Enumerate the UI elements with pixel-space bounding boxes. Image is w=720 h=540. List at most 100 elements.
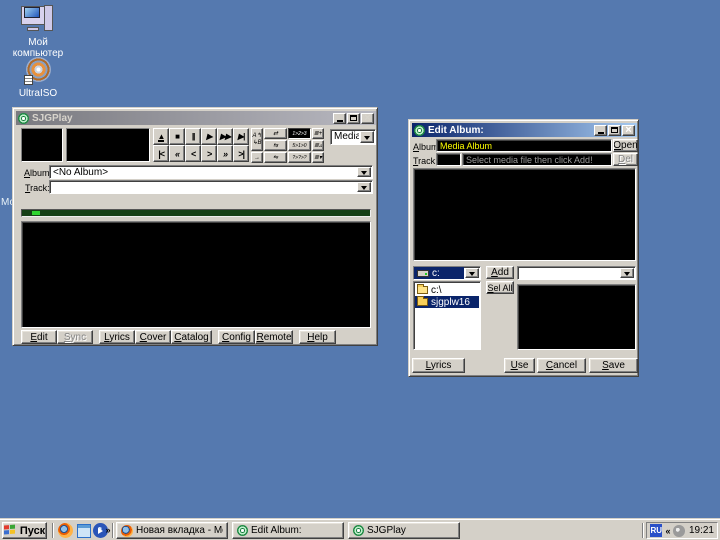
playlist-combo[interactable]	[517, 266, 636, 280]
add-button[interactable]: Add	[486, 266, 514, 279]
close-button[interactable]	[622, 125, 635, 136]
desktop-icon-my-computer[interactable]: Мой компьютер	[2, 4, 74, 59]
edit-button[interactable]: Edit	[21, 330, 57, 344]
play-pause-button[interactable]: ▶|	[233, 128, 249, 145]
remote-button[interactable]: Remote	[255, 330, 293, 344]
catalog-button[interactable]: Catalog	[171, 330, 212, 344]
sync-button: Sync	[57, 330, 93, 344]
fast-forward-button[interactable]: ▶▶	[217, 128, 233, 145]
playlist-combo-value	[518, 267, 619, 279]
folder-item-selected[interactable]: sjgplw16	[415, 296, 479, 308]
progress-thumb[interactable]	[32, 211, 40, 215]
folder-icon	[417, 298, 428, 306]
desktop-icon-ultraiso[interactable]: UltraISO	[2, 57, 74, 99]
arrow-mode-button[interactable]: →	[251, 152, 263, 163]
loop-mode-2-button[interactable]: ⇆	[264, 140, 287, 151]
cd-disc-icon	[24, 57, 52, 85]
save-button[interactable]: Save	[589, 358, 638, 373]
skip-end-button[interactable]: >|	[233, 145, 249, 162]
cancel-button[interactable]: Cancel	[537, 358, 586, 373]
cd-icon	[353, 525, 364, 536]
system-tray: RU « 19:21	[646, 522, 718, 539]
start-button[interactable]: Пуск	[2, 522, 47, 539]
time-display	[66, 128, 150, 162]
window-title: SJGPlay	[32, 113, 330, 124]
desktop-icon-label: Мой компьютер	[2, 37, 74, 59]
loop-mode-3-button[interactable]: ⇋	[264, 152, 287, 163]
cover-button[interactable]: Cover	[135, 330, 171, 344]
album-name-field[interactable]: Media Album	[436, 139, 612, 152]
lyrics-button[interactable]: Lyrics	[412, 358, 465, 373]
chevron-down-icon[interactable]	[360, 131, 374, 143]
maximize-button[interactable]	[347, 113, 360, 124]
edit-album-titlebar[interactable]: Edit Album:	[412, 123, 637, 137]
chevron-down-icon[interactable]	[620, 268, 634, 278]
app-window-quicklaunch-icon[interactable]	[76, 523, 91, 538]
windows-flag-icon	[4, 525, 17, 537]
lyrics-button[interactable]: Lyrics	[99, 330, 135, 344]
skip-start-button[interactable]: |<	[153, 145, 169, 162]
play-order-random-button[interactable]: ?>?>?	[288, 152, 311, 163]
config-button[interactable]: Config	[218, 330, 255, 344]
chevron-down-icon[interactable]	[465, 268, 479, 278]
folder-item[interactable]: c:\	[415, 284, 479, 296]
loop-mode-1-button[interactable]: ⇄	[264, 128, 287, 139]
track-combo[interactable]	[49, 180, 373, 194]
minimize-button[interactable]	[333, 113, 346, 124]
step-forward-button[interactable]: >	[201, 145, 217, 162]
media-source-combo[interactable]: Media	[330, 129, 376, 145]
sjgplay-titlebar[interactable]: SJGPlay	[16, 111, 376, 125]
track-name-field[interactable]: Select media file then click Add!	[462, 153, 612, 166]
track-list-display[interactable]	[413, 168, 636, 261]
playlist-up-button[interactable]: ≣▵	[312, 140, 324, 151]
sjgplay-window: SJGPlay ▲ ■ || ▶ ▶▶ ▶| |< « < > » >| A↰↳…	[12, 107, 378, 346]
tray-collapse-chevron[interactable]: «	[665, 526, 670, 536]
minimize-button[interactable]	[594, 125, 607, 136]
seek-progress-bar[interactable]	[21, 209, 371, 217]
track-number-field[interactable]	[436, 153, 461, 166]
album-combo[interactable]: <No Album>	[49, 165, 373, 179]
play-order-alt-button[interactable]: 5>1>0	[288, 140, 311, 151]
select-all-button[interactable]: Sel All	[486, 281, 514, 294]
task-button-firefox[interactable]: Новая вкладка - Mozilla...	[116, 522, 228, 539]
playlist-display[interactable]	[21, 221, 371, 328]
edit-album-window: Edit Album: Album: Media Album Open Trac…	[408, 119, 639, 377]
track-value	[50, 181, 356, 193]
firefox-quicklaunch-icon[interactable]	[58, 523, 73, 538]
eject-button[interactable]: ▲	[153, 128, 169, 145]
play-button[interactable]: ▶	[201, 128, 217, 145]
chevron-down-icon[interactable]	[357, 182, 371, 192]
language-indicator[interactable]: RU	[650, 524, 662, 537]
del-button: Del	[613, 153, 638, 166]
ab-repeat-button[interactable]: A↰↳B	[251, 128, 263, 151]
my-computer-icon	[21, 4, 55, 34]
step-back-button[interactable]: <	[185, 145, 201, 162]
track-label: Track:	[413, 156, 438, 166]
open-folder-icon	[417, 286, 428, 294]
play-order-sequential-button[interactable]: 1>2>3	[288, 128, 311, 139]
task-button-sjgplay[interactable]: SJGPlay	[348, 522, 460, 539]
drive-combo[interactable]: c:	[413, 266, 481, 280]
pause-button[interactable]: ||	[185, 128, 201, 145]
taskbar-separator	[642, 523, 644, 538]
forward-button[interactable]: »	[217, 145, 233, 162]
rewind-button[interactable]: «	[169, 145, 185, 162]
folder-list[interactable]: c:\ sjgplw16	[413, 281, 481, 350]
help-button[interactable]: Help	[299, 330, 336, 344]
album-value: <No Album>	[50, 166, 356, 178]
task-button-edit-album[interactable]: Edit Album:	[232, 522, 344, 539]
file-list-display[interactable]	[517, 284, 636, 350]
open-button[interactable]: Open	[613, 139, 638, 152]
sjgplay-app-icon	[18, 113, 29, 124]
chevron-down-icon[interactable]	[357, 167, 371, 177]
playlist-add-button[interactable]: ≣+	[312, 128, 324, 139]
playlist-down-button[interactable]: ≣▾	[312, 152, 324, 163]
media-source-value: Media	[331, 130, 359, 144]
stop-button[interactable]: ■	[169, 128, 185, 145]
close-button[interactable]	[361, 113, 374, 124]
tray-app-icon[interactable]	[673, 525, 685, 537]
cd-icon	[237, 525, 248, 536]
use-button[interactable]: Use	[504, 358, 535, 373]
taskbar-separator	[112, 523, 114, 538]
maximize-button[interactable]	[608, 125, 621, 136]
